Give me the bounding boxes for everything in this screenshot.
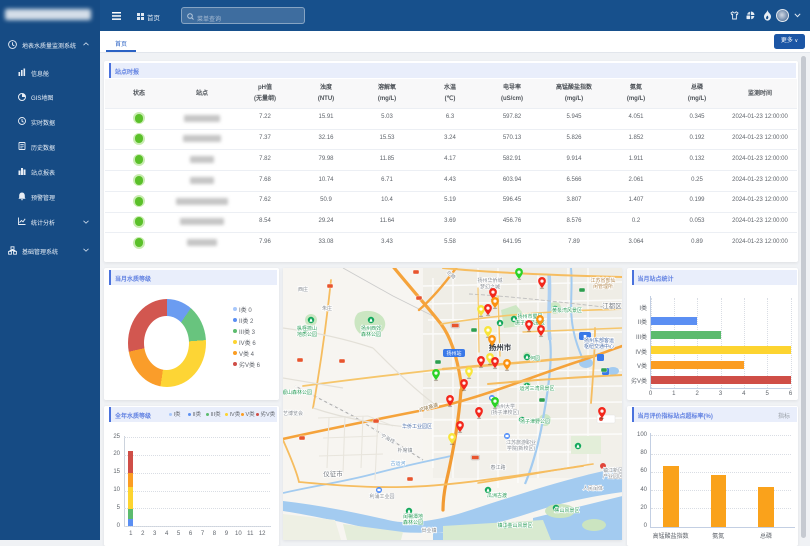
svg-text:枞柽捺山: 枞柽捺山 [296,325,316,332]
svg-text:人民闰体: 人民闰体 [582,485,602,492]
svg-text:古运河: 古运河 [390,460,405,467]
svg-text:何园: 何园 [529,355,539,362]
svg-text:仪征市: 仪征市 [323,469,343,478]
svg-text:扬州站: 扬州站 [446,350,461,357]
svg-text:扬州西郊: 扬州西郊 [360,325,380,332]
svg-text:产业园区: 产业园区 [602,473,622,480]
svg-text:艺博览会: 艺博览会 [283,410,303,417]
svg-text:银山森林公园: 银山森林公园 [283,389,312,396]
svg-text:地质公园: 地质公园 [296,331,316,338]
svg-text:春江路: 春江路 [490,464,505,471]
svg-text:瓜洲古渡: 瓜洲古渡 [486,492,506,499]
svg-text:森林公园: 森林公园 [360,331,380,338]
svg-text:森林公园: 森林公园 [402,519,422,526]
svg-text:运河三湾风景区: 运河三湾风景区 [519,385,554,392]
svg-text:焦山风景区: 焦山风景区 [554,507,579,514]
svg-text:西庄: 西庄 [297,286,307,293]
svg-text:(扬子津校区): (扬子津校区) [490,409,519,416]
svg-text:华侨工业园区: 华侨工业园区 [401,423,431,430]
svg-text:朱庄: 朱庄 [321,305,331,312]
svg-text:黄泵湾风景区: 黄泵湾风景区 [551,307,581,314]
svg-text:镇江金山风景区: 镇江金山风景区 [497,522,532,529]
svg-text:江都区: 江都区 [602,302,622,310]
svg-text:扬州东部客运: 扬州东部客运 [583,337,613,344]
svg-text:枢纽交通中心: 枢纽交通中心 [583,343,613,350]
svg-text:扬子津野公园: 扬子津野公园 [519,418,549,425]
svg-text:江苏旅游职业: 江苏旅游职业 [505,439,535,446]
svg-text:镇江新区: 镇江新区 [602,467,622,474]
svg-text:江苏省部仙: 江苏省部仙 [590,277,615,284]
svg-text:学院(新校区): 学院(新校区) [506,445,535,452]
svg-text:闲管理所: 闲管理所 [592,283,612,290]
svg-text:利涌工业园: 利涌工业园 [369,493,394,500]
svg-text:扬州大学: 扬州大学 [494,403,514,410]
svg-text:闰楊潭地: 闰楊潭地 [402,513,422,520]
svg-text:朴席镇: 朴席镇 [397,447,412,454]
svg-text:扬州华侨城: 扬州华侨城 [477,277,502,284]
svg-text:丗业镇: 丗业镇 [421,527,436,534]
